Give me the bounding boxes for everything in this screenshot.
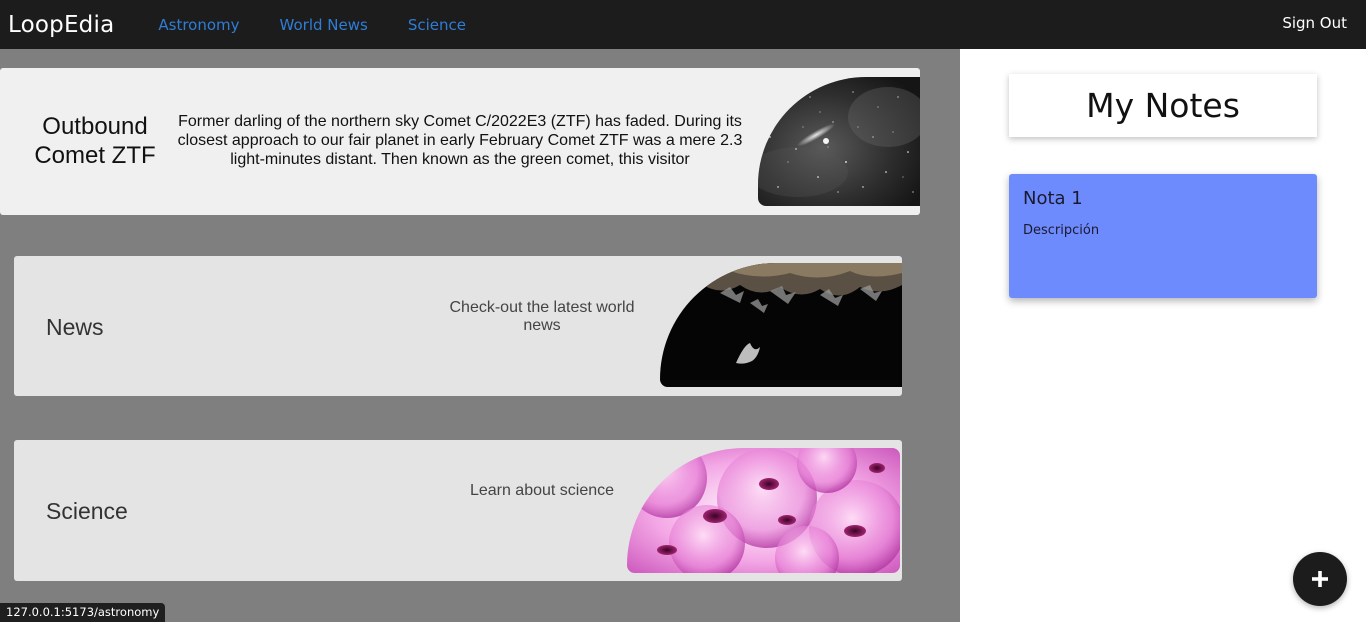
science-section-description: Learn about science	[469, 482, 615, 499]
note-description: Descripción	[1023, 223, 1100, 238]
bats-cave-image	[660, 263, 902, 387]
news-section-title: News	[46, 314, 104, 340]
navbar: LoopEdia Astronomy World News Science Si…	[0, 0, 1366, 49]
science-section-title: Science	[46, 498, 128, 524]
science-section-card[interactable]: Science Learn about science	[14, 440, 902, 581]
main-content: Outbound Comet ZTF Former darling of the…	[0, 49, 960, 622]
note-title: Nota 1	[1023, 188, 1083, 209]
notes-sidebar: My Notes Nota 1 Descripción	[960, 49, 1366, 622]
news-section-card[interactable]: News Check-out the latest world news	[14, 256, 902, 396]
my-notes-title: My Notes	[1009, 74, 1317, 137]
sign-out-button[interactable]: Sign Out	[1282, 14, 1347, 32]
cells-image	[627, 448, 900, 573]
brand-logo[interactable]: LoopEdia	[8, 12, 114, 38]
featured-article-title: Outbound Comet ZTF	[34, 113, 156, 169]
add-note-button[interactable]	[1293, 552, 1347, 606]
comet-image	[758, 77, 920, 206]
nav-link-astronomy[interactable]: Astronomy	[158, 16, 239, 34]
featured-article-description: Former darling of the northern sky Comet…	[177, 113, 743, 168]
featured-article-card[interactable]: Outbound Comet ZTF Former darling of the…	[0, 68, 920, 215]
nav-link-world-news[interactable]: World News	[280, 16, 368, 34]
news-section-description: Check-out the latest world news	[449, 299, 635, 334]
nav-link-science[interactable]: Science	[408, 16, 466, 34]
plus-icon	[1312, 571, 1328, 587]
status-bar-url: 127.0.0.1:5173/astronomy	[0, 603, 166, 622]
note-card[interactable]: Nota 1 Descripción	[1009, 174, 1317, 298]
